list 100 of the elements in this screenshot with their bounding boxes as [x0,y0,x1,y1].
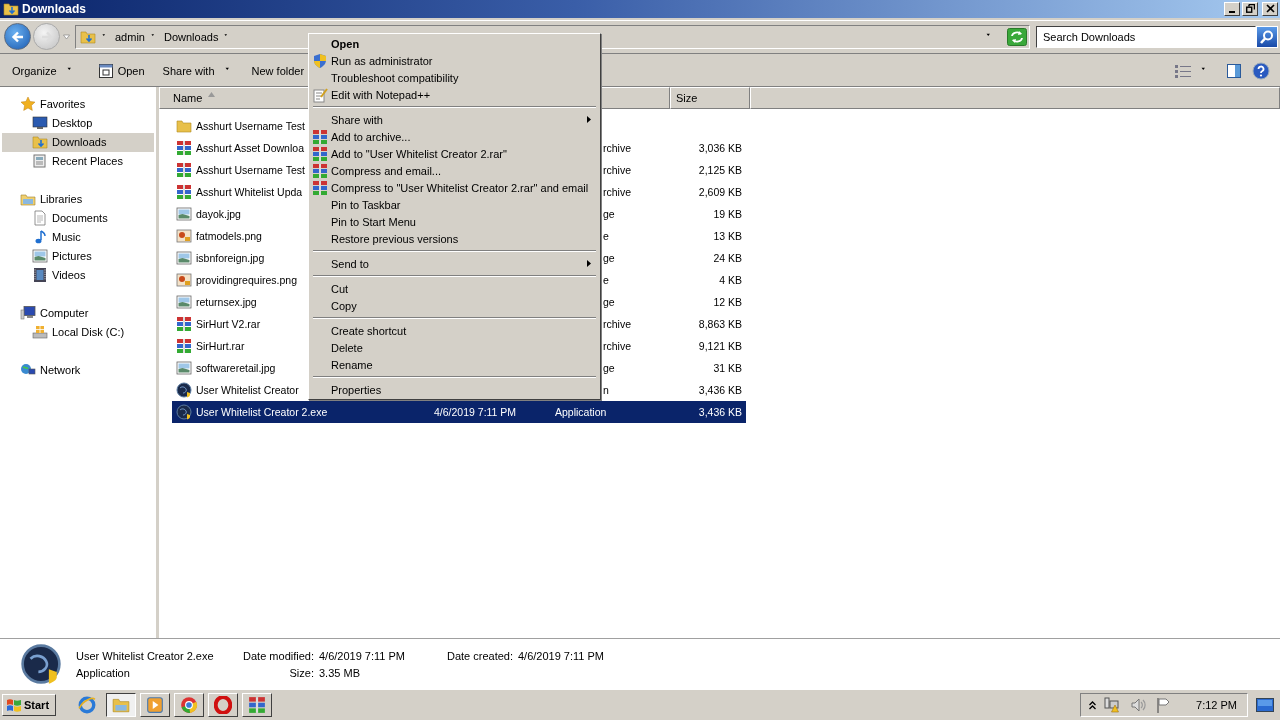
menu-item[interactable]: Compress to "User Whitelist Creator 2.rar" and email [311,179,598,196]
navigation-item[interactable]: Music [2,227,154,247]
size-text: 13 KB [713,229,742,242]
date-text: 4/6/2019 7:11 PM [434,405,517,418]
toolbar-button[interactable]: Open [89,58,153,83]
navigation-item[interactable]: Libraries [0,189,156,209]
folder-icon [80,28,96,45]
preview-pane-icon[interactable] [1226,62,1242,79]
size-text: 8,863 KB [698,317,742,330]
file-name[interactable]: dayok.jpg [196,207,241,220]
file-name[interactable]: Asshurt Username Test [196,163,305,176]
type-text: ge [603,295,615,308]
file-name[interactable]: Asshurt Username Test [196,119,305,132]
menu-item[interactable]: Pin to Start Menu [311,213,598,230]
start-button[interactable]: Start [2,694,57,717]
menu-item[interactable]: Copy [311,297,598,314]
menu-item[interactable]: Share with [311,111,598,128]
breadcrumb-item[interactable]: admin [115,30,145,43]
chevron-up-icon[interactable] [1089,700,1097,710]
menu-item[interactable]: Troubleshoot compatibility [311,69,598,86]
navigation-item[interactable]: Pictures [2,246,154,266]
submenu-arrow-icon [587,260,591,267]
menu-item[interactable]: Restore previous versions [311,230,598,247]
menu-item[interactable]: Add to archive... [311,128,598,145]
navigation-item[interactable]: Recent Places [2,151,154,171]
file-type: Application [76,666,130,679]
folder-icon [32,134,48,151]
type-text: Application [555,405,607,418]
search-button[interactable] [1256,25,1278,48]
file-name[interactable]: Asshurt Asset Downloa [196,141,304,154]
navigation-item[interactable]: Favorites [0,94,156,114]
submenu-arrow-icon [587,116,591,123]
navigation-item[interactable]: Downloads [2,132,154,152]
type-text: rchive [603,317,631,330]
type-text: e [603,273,609,286]
menu-item[interactable]: Open [311,35,598,52]
search-field[interactable]: Search Downloads [1036,25,1256,48]
navigation-item[interactable]: Computer [0,303,156,323]
back-button[interactable] [4,23,31,51]
file-name[interactable]: SirHurt.rar [196,339,245,352]
size-text: 19 KB [713,207,742,220]
menu-item[interactable]: Delete [311,339,598,356]
menu-item[interactable]: Cut [311,280,598,297]
menu-item[interactable]: Send to [311,255,598,272]
archive-icon [176,315,192,332]
file-name[interactable]: fatmodels.png [196,229,262,242]
file-name[interactable]: returnsex.jpg [196,295,257,308]
taskbar-button[interactable] [106,693,137,718]
file-name[interactable]: softwareretail.jpg [196,361,276,374]
document-icon [32,153,48,170]
menu-item[interactable]: Pin to Taskbar [311,196,598,213]
star-icon [20,96,36,113]
file-name[interactable]: providingrequires.png [196,273,297,286]
toolbar-button[interactable]: Share with [154,58,242,83]
file-name[interactable]: User Whitelist Creator 2.exe [196,405,328,418]
field-label: Date created: [446,649,513,662]
folder-icon [176,117,192,134]
breadcrumb-item[interactable]: Downloads [163,30,219,43]
size-text: 12 KB [713,295,742,308]
navigation-item[interactable]: Network [0,360,156,380]
file-name[interactable]: Asshurt Whitelist Upda [196,185,303,198]
size-text: 4 KB [719,273,742,286]
file-name: User Whitelist Creator 2.exe [76,649,214,662]
window-icon [97,62,114,79]
minimize-button[interactable] [1224,1,1240,16]
speaker-icon[interactable] [1130,697,1149,714]
type-text: ge [603,361,615,374]
browser-icon [180,696,199,715]
windows-flag-icon [6,697,22,713]
size-text: 3,436 KB [698,405,742,418]
globe-icon [20,643,62,686]
size-text: 31 KB [713,361,742,374]
column-header[interactable]: Size [670,86,750,109]
field-value: 4/6/2019 7:11 PM [518,649,605,662]
clock[interactable]: 7:12 PM [1196,699,1237,712]
file-name[interactable]: isbnforeign.jpg [196,251,265,264]
selected-row[interactable]: User Whitelist Creator 2.exe 4/6/2019 7:11 PM Application 3,436 KB [172,400,746,423]
help-icon[interactable] [1252,61,1270,80]
file-name[interactable]: SirHurt V2.rar [196,317,261,330]
menu-item[interactable]: Properties [311,381,598,398]
menu-item[interactable]: Rename [311,356,598,373]
file-name[interactable]: User Whitelist Creator [196,383,299,396]
navigation-item[interactable]: Documents [2,208,154,228]
navigation-item[interactable]: Local Disk (C:) [2,322,154,342]
search-icon [1259,28,1275,45]
menu-item[interactable]: Create shortcut [311,322,598,339]
menu-item[interactable]: Add to "User Whitelist Creator 2.rar" [311,145,598,162]
navigation-item[interactable]: Desktop [2,113,154,133]
size-text: 3,436 KB [698,383,742,396]
restore-button[interactable] [1242,1,1258,16]
close-button[interactable] [1262,1,1278,16]
menu-item[interactable]: Run as administrator [311,52,598,69]
refresh-icon[interactable] [1007,27,1027,46]
view-list-icon[interactable] [1175,63,1191,78]
navigation-item[interactable]: Videos [2,265,154,285]
show-desktop-icon[interactable] [1256,697,1274,714]
toolbar-button[interactable]: Organize [4,58,84,83]
menu-item[interactable]: Compress and email... [311,162,598,179]
toolbar-button[interactable]: New folder [243,58,313,83]
folder-icon [20,191,36,208]
